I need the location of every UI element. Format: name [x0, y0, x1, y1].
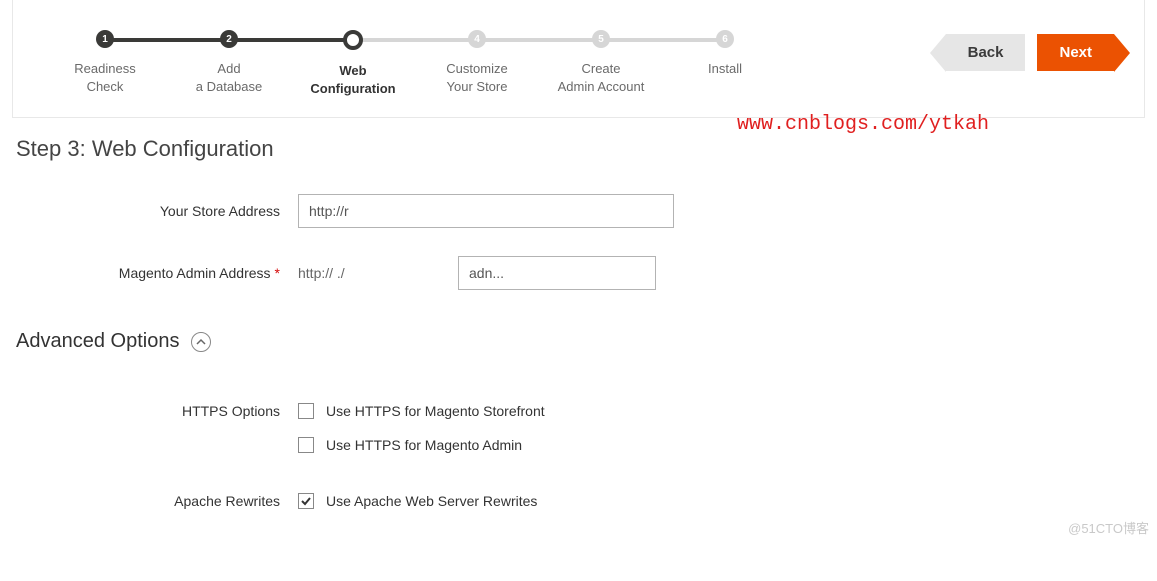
step-label: Customize Your Store: [446, 60, 507, 95]
https-admin-checkbox[interactable]: [298, 437, 314, 453]
step-connector: [353, 38, 477, 42]
wizard-header: 1 Readiness Check 2 Add a Database 3 Web…: [12, 0, 1145, 118]
step-number-6: 6: [716, 30, 734, 48]
apache-rewrites-checkbox[interactable]: [298, 493, 314, 509]
step-label: Create Admin Account: [558, 60, 645, 95]
step-number-4: 4: [468, 30, 486, 48]
next-button[interactable]: Next: [1037, 34, 1114, 71]
page-title: Step 3: Web Configuration: [16, 136, 1141, 162]
step-connector: [477, 38, 601, 42]
bottom-watermark: @51CTO博客: [1068, 518, 1149, 537]
wizard-nav-buttons: Back Next: [946, 34, 1114, 71]
step-label: Add a Database: [196, 60, 263, 95]
chevron-up-icon[interactable]: [191, 332, 211, 352]
step-connector: [229, 38, 353, 42]
admin-address-label: Magento Admin Address*: [16, 265, 298, 281]
step-label: Readiness Check: [74, 60, 135, 95]
step-label: Web Configuration: [310, 62, 395, 97]
step-number-5: 5: [592, 30, 610, 48]
admin-address-row: Magento Admin Address* http:// ./: [16, 256, 1141, 290]
apache-rewrites-option-label: Use Apache Web Server Rewrites: [326, 493, 537, 509]
watermark-url: www.cnblogs.com/ytkah: [737, 113, 989, 136]
step-connector: [601, 38, 725, 42]
step-number-1: 1: [96, 30, 114, 48]
step-readiness-check[interactable]: 1 Readiness Check: [43, 30, 167, 95]
page-body: Step 3: Web Configuration Your Store Add…: [0, 118, 1157, 549]
step-number-3-current: 3: [343, 30, 363, 50]
step-label: Install: [708, 60, 742, 78]
store-address-row: Your Store Address: [16, 194, 1141, 228]
step-number-2: 2: [220, 30, 238, 48]
https-storefront-row: Use HTTPS for Magento Storefront: [298, 403, 545, 419]
back-button[interactable]: Back: [946, 34, 1026, 71]
apache-rewrites-row: Apache Rewrites Use Apache Web Server Re…: [16, 493, 1141, 509]
https-admin-label: Use HTTPS for Magento Admin: [326, 437, 522, 453]
admin-address-prefix: http:// ./: [298, 259, 458, 287]
admin-path-input[interactable]: [458, 256, 656, 290]
required-asterisk: *: [275, 265, 280, 281]
https-storefront-label: Use HTTPS for Magento Storefront: [326, 403, 545, 419]
advanced-options-header[interactable]: Advanced Options: [16, 330, 1141, 353]
https-options-row: HTTPS Options Use HTTPS for Magento Stor…: [16, 403, 1141, 493]
https-options-label: HTTPS Options: [16, 403, 298, 419]
apache-rewrites-label: Apache Rewrites: [16, 493, 298, 509]
step-connector: [105, 38, 229, 42]
store-address-input[interactable]: [298, 194, 674, 228]
https-admin-row: Use HTTPS for Magento Admin: [298, 437, 545, 453]
step-progress: 1 Readiness Check 2 Add a Database 3 Web…: [43, 30, 946, 97]
advanced-options-title: Advanced Options: [16, 330, 179, 353]
https-storefront-checkbox[interactable]: [298, 403, 314, 419]
store-address-label: Your Store Address: [16, 203, 298, 219]
